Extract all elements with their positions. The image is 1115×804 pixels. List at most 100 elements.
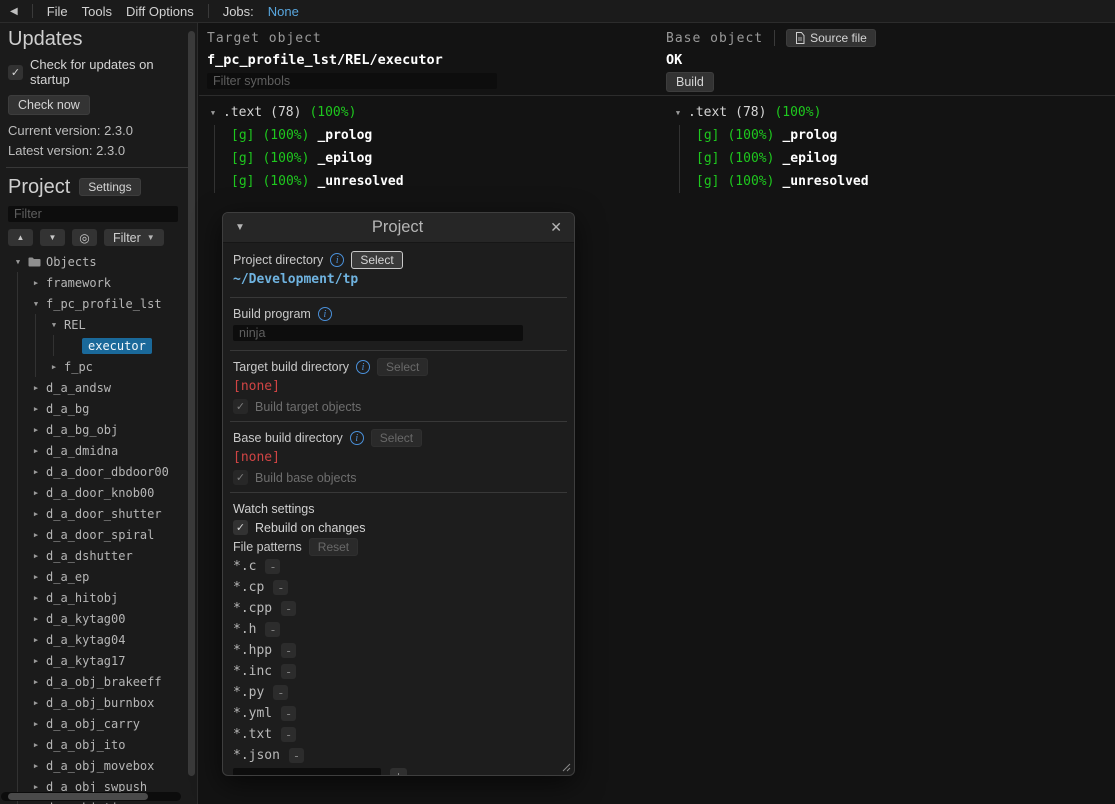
remove-pattern-button[interactable]: - [281, 664, 296, 679]
jobs-link[interactable]: None [268, 4, 299, 19]
tree-item-d_a_door_dbdoor00[interactable]: ▶d_a_door_dbdoor00 [8, 461, 189, 482]
tree-item-d_a_obj_movebox[interactable]: ▶d_a_obj_movebox [8, 755, 189, 776]
chevron-right-icon: ▶ [30, 762, 42, 770]
base-build-select-button[interactable]: Select [371, 429, 422, 447]
section-symbol-count: (78) [270, 105, 301, 120]
tree-item-d_a_obj_brakeeff[interactable]: ▶d_a_obj_brakeeff [8, 671, 189, 692]
tree-item-f_pc_profile_lst[interactable]: ▼f_pc_profile_lst [8, 293, 189, 314]
check-now-button[interactable]: Check now [8, 95, 90, 115]
collapse-all-icon[interactable]: ▲ [8, 229, 33, 246]
project-filter-input[interactable] [8, 206, 178, 222]
tree-item-label: d_a_dmidna [46, 444, 118, 458]
locate-object-icon[interactable]: ◎ [72, 229, 97, 246]
target-symbol-row[interactable]: [g](100%)_prolog [207, 124, 404, 147]
project-settings-button[interactable]: Settings [79, 178, 140, 196]
build-button[interactable]: Build [666, 72, 714, 92]
tree-item-d_a_bg_obj[interactable]: ▶d_a_bg_obj [8, 419, 189, 440]
project-directory-label: Project directory [233, 253, 323, 267]
add-pattern-button[interactable]: + [390, 768, 407, 777]
updates-startup-checkbox[interactable]: ✓ Check for updates on startup [8, 57, 189, 87]
expand-all-icon[interactable]: ▼ [40, 229, 65, 246]
menu-file[interactable]: File [47, 4, 68, 19]
tree-item-label: f_pc_profile_lst [46, 297, 162, 311]
tree-item-d_a_door_shutter[interactable]: ▶d_a_door_shutter [8, 503, 189, 524]
symbol-flag: [g] [231, 174, 254, 189]
sidebar-vertical-scrollbar[interactable] [188, 31, 195, 776]
remove-pattern-button[interactable]: - [281, 727, 296, 742]
base-symbol-row[interactable]: [g](100%)_epilog [672, 147, 869, 170]
new-pattern-input[interactable] [233, 768, 381, 776]
checkbox-checked-icon[interactable]: ✓ [233, 470, 248, 485]
project-directory-select-button[interactable]: Select [351, 251, 402, 269]
back-icon[interactable]: ◀ [10, 6, 18, 17]
tree-item-d_a_andsw[interactable]: ▶d_a_andsw [8, 377, 189, 398]
remove-pattern-button[interactable]: - [281, 601, 296, 616]
base-build-directory-value: [none] [233, 447, 564, 468]
symbol-flag: [g] [696, 128, 719, 143]
info-icon[interactable]: i [318, 307, 332, 321]
checkbox-checked-icon[interactable]: ✓ [8, 65, 23, 80]
target-symbol-row[interactable]: [g](100%)_epilog [207, 147, 404, 170]
remove-pattern-button[interactable]: - [281, 643, 296, 658]
scrollbar-thumb[interactable] [8, 793, 148, 800]
base-symbol-row[interactable]: [g](100%)_unresolved [672, 170, 869, 193]
chevron-right-icon: ▶ [48, 363, 60, 371]
project-dialog-titlebar[interactable]: ▼ Project ✕ [223, 213, 574, 243]
close-icon[interactable]: ✕ [550, 219, 562, 236]
tree-filter-dropdown[interactable]: Filter ▼ [104, 229, 164, 246]
symbol-flag: [g] [696, 174, 719, 189]
remove-pattern-button[interactable]: - [273, 685, 288, 700]
build-program-input[interactable] [233, 325, 523, 341]
menu-tools[interactable]: Tools [82, 4, 112, 19]
build-base-objects-checkbox[interactable]: ✓ Build base objects [233, 470, 564, 485]
chevron-right-icon: ▶ [30, 594, 42, 602]
menu-diff-options[interactable]: Diff Options [126, 4, 194, 19]
tree-item-label: d_a_obj_ito [46, 738, 125, 752]
tree-item-label: d_a_obj_burnbox [46, 696, 154, 710]
tree-item-d_a_door_spiral[interactable]: ▶d_a_door_spiral [8, 524, 189, 545]
tree-item-d_a_kytag00[interactable]: ▶d_a_kytag00 [8, 608, 189, 629]
tree-item-d_a_bg[interactable]: ▶d_a_bg [8, 398, 189, 419]
resize-handle-icon[interactable] [560, 761, 571, 772]
file-patterns-reset-button[interactable]: Reset [309, 538, 358, 556]
project-directory-value: ~/Development/tp [233, 269, 564, 290]
build-target-objects-checkbox[interactable]: ✓ Build target objects [233, 399, 564, 414]
remove-pattern-button[interactable]: - [273, 580, 288, 595]
remove-pattern-button[interactable]: - [265, 622, 280, 637]
tree-item-d_a_obj_ito[interactable]: ▶ d_a_obj_ito [8, 734, 189, 755]
base-section-row[interactable]: ▼.text(78)(100%) [672, 101, 869, 124]
tree-item-d_a_dmidna[interactable]: ▶d_a_dmidna [8, 440, 189, 461]
rebuild-on-changes-checkbox[interactable]: ✓ Rebuild on changes [233, 520, 564, 535]
target-build-directory-label: Target build directory [233, 360, 349, 374]
checkbox-unchecked-icon[interactable]: ✓ [233, 399, 248, 414]
remove-pattern-button[interactable]: - [281, 706, 296, 721]
tree-item-d_a_ep[interactable]: ▶d_a_ep [8, 566, 189, 587]
tree-item-d_a_dshutter[interactable]: ▶d_a_dshutter [8, 545, 189, 566]
tree-item-framework[interactable]: ▶framework [8, 272, 189, 293]
info-icon[interactable]: i [356, 360, 370, 374]
collapse-icon[interactable]: ▼ [235, 222, 245, 233]
file-patterns-list: *.c-*.cp-*.cpp-*.h-*.hpp-*.inc-*.py-*.ym… [233, 556, 564, 766]
tree-item-d_a_kytag17[interactable]: ▶d_a_kytag17 [8, 650, 189, 671]
target-build-select-button[interactable]: Select [377, 358, 428, 376]
tree-item-d_a_door_knob00[interactable]: ▶d_a_door_knob00 [8, 482, 189, 503]
checkbox-checked-icon[interactable]: ✓ [233, 520, 248, 535]
source-file-button[interactable]: Source file [786, 29, 876, 47]
tree-item-d_a_kytag04[interactable]: ▶d_a_kytag04 [8, 629, 189, 650]
base-symbol-row[interactable]: [g](100%)_prolog [672, 124, 869, 147]
tree-item-d_a_obj_burnbox[interactable]: ▶d_a_obj_burnbox [8, 692, 189, 713]
target-section-row[interactable]: ▼.text(78)(100%) [207, 101, 404, 124]
target-symbol-row[interactable]: [g](100%)_unresolved [207, 170, 404, 193]
sidebar-horizontal-scrollbar[interactable] [1, 792, 181, 801]
tree-item-d_a_obj_carry[interactable]: ▶d_a_obj_carry [8, 713, 189, 734]
remove-pattern-button[interactable]: - [265, 559, 280, 574]
section-name: .text [223, 105, 262, 120]
info-icon[interactable]: i [350, 431, 364, 445]
symbol-filter-input[interactable] [207, 73, 497, 89]
chevron-right-icon: ▶ [30, 741, 42, 749]
jobs-label: Jobs: [223, 4, 254, 19]
info-icon[interactable]: i [330, 253, 344, 267]
tree-item-d_a_hitobj[interactable]: ▶d_a_hitobj [8, 587, 189, 608]
remove-pattern-button[interactable]: - [289, 748, 304, 763]
tree-item-Objects[interactable]: ▼Objects [8, 251, 189, 272]
